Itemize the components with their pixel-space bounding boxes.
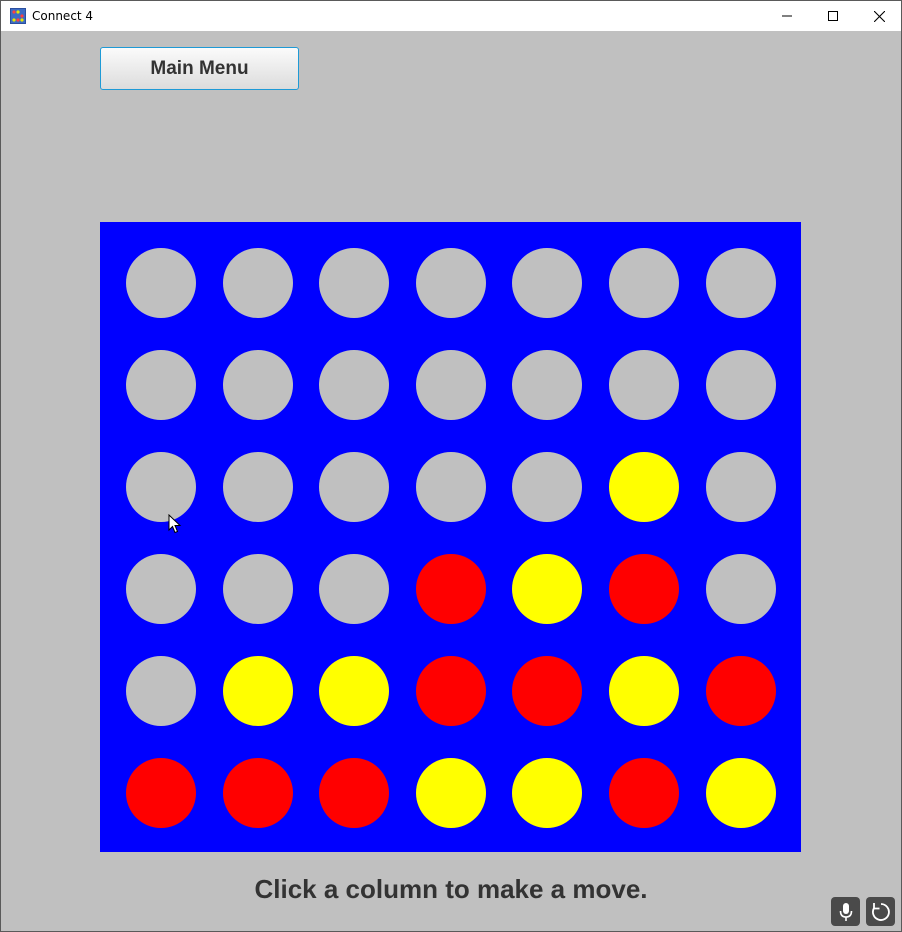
board-slot-r3-c7[interactable] bbox=[705, 452, 776, 522]
board-slot-r3-c1[interactable] bbox=[126, 452, 196, 522]
board-slot-r3-c5[interactable] bbox=[512, 452, 583, 522]
refresh-button[interactable] bbox=[866, 897, 895, 926]
board-slot-r1-c3[interactable] bbox=[319, 248, 390, 318]
close-icon bbox=[873, 10, 885, 22]
app-icon bbox=[10, 8, 26, 24]
board-slot-r6-c1[interactable] bbox=[126, 758, 196, 828]
window-title: Connect 4 bbox=[32, 9, 94, 23]
board-slot-r4-c6[interactable] bbox=[609, 554, 679, 624]
board-slot-r6-c4[interactable] bbox=[415, 758, 486, 828]
board-slot-r4-c2[interactable] bbox=[222, 554, 293, 624]
maximize-icon bbox=[828, 11, 838, 21]
board-slot-r2-c7[interactable] bbox=[705, 350, 776, 420]
board-slot-r1-c1[interactable] bbox=[126, 248, 196, 318]
game-area: Main Menu Click a column to make a move. bbox=[1, 31, 901, 931]
board-slot-r1-c2[interactable] bbox=[222, 248, 293, 318]
title-bar: Connect 4 bbox=[1, 1, 901, 31]
status-message: Click a column to make a move. bbox=[254, 874, 648, 904]
board-slot-r2-c3[interactable] bbox=[319, 350, 390, 420]
board-slot-r2-c2[interactable] bbox=[222, 350, 293, 420]
close-button[interactable] bbox=[856, 1, 901, 31]
board-slot-r5-c7[interactable] bbox=[705, 656, 776, 726]
board-slot-r5-c3[interactable] bbox=[319, 656, 390, 726]
board-slot-r6-c3[interactable] bbox=[319, 758, 390, 828]
mouse-pointer-icon bbox=[168, 514, 182, 534]
board-slot-r4-c4[interactable] bbox=[415, 554, 486, 624]
board-slot-r4-c3[interactable] bbox=[319, 554, 390, 624]
board-slot-r1-c7[interactable] bbox=[705, 248, 776, 318]
board-slot-r5-c4[interactable] bbox=[415, 656, 486, 726]
board-slot-r4-c7[interactable] bbox=[705, 554, 776, 624]
board-slot-r1-c5[interactable] bbox=[512, 248, 583, 318]
board-slot-r6-c2[interactable] bbox=[222, 758, 293, 828]
board-slot-r4-c1[interactable] bbox=[126, 554, 196, 624]
board-slot-r2-c4[interactable] bbox=[415, 350, 486, 420]
minimize-button[interactable] bbox=[764, 1, 810, 31]
minimize-icon bbox=[782, 15, 792, 17]
board-slot-r6-c5[interactable] bbox=[512, 758, 583, 828]
game-board[interactable] bbox=[100, 222, 801, 852]
board-slot-r1-c4[interactable] bbox=[415, 248, 486, 318]
board-slot-r3-c6[interactable] bbox=[609, 452, 679, 522]
board-slot-r6-c7[interactable] bbox=[705, 758, 776, 828]
refresh-icon bbox=[871, 902, 890, 921]
board-slot-r5-c2[interactable] bbox=[222, 656, 293, 726]
main-menu-button[interactable]: Main Menu bbox=[100, 47, 299, 90]
board-slot-r5-c5[interactable] bbox=[512, 656, 583, 726]
board-slot-r2-c1[interactable] bbox=[126, 350, 196, 420]
board-slot-r5-c6[interactable] bbox=[609, 656, 679, 726]
maximize-button[interactable] bbox=[810, 1, 856, 31]
board-slot-r4-c5[interactable] bbox=[512, 554, 583, 624]
microphone-icon bbox=[839, 902, 852, 921]
board-slot-r3-c2[interactable] bbox=[222, 452, 293, 522]
app-window: Connect 4 Main Menu Click a column to ma… bbox=[0, 0, 902, 932]
board-slot-r3-c4[interactable] bbox=[415, 452, 486, 522]
board-slot-r5-c1[interactable] bbox=[126, 656, 196, 726]
board-slot-r2-c5[interactable] bbox=[512, 350, 583, 420]
board-slot-r3-c3[interactable] bbox=[319, 452, 390, 522]
board-slot-r6-c6[interactable] bbox=[609, 758, 679, 828]
board-slot-r2-c6[interactable] bbox=[609, 350, 679, 420]
microphone-button[interactable] bbox=[831, 897, 860, 926]
board-slot-r1-c6[interactable] bbox=[609, 248, 679, 318]
